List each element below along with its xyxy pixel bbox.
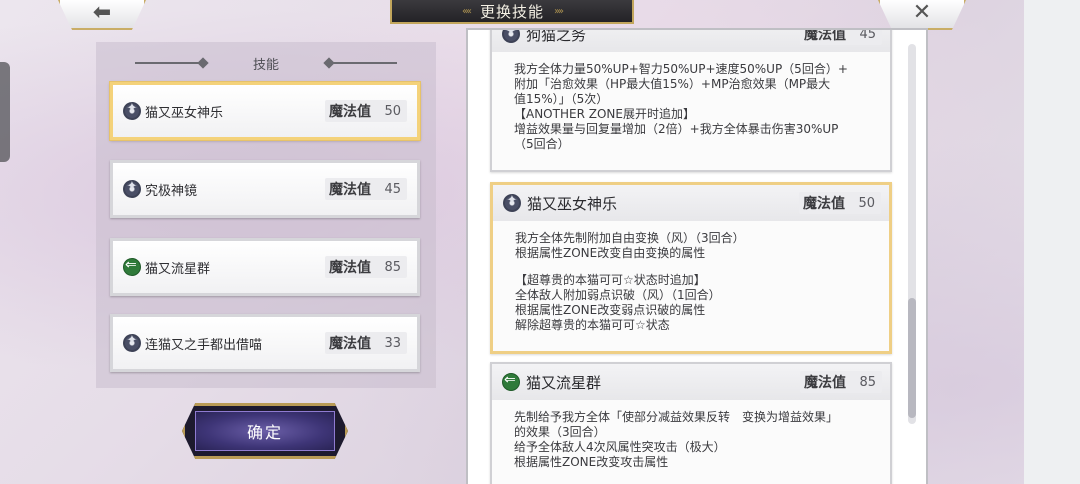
mp-cost-box: 魔法值 33 <box>325 332 407 354</box>
mp-cost-box: 魔法值 45 <box>325 178 407 200</box>
header-ornament-right <box>327 62 397 64</box>
skill-detail-name: 猫又流星群 <box>526 373 602 392</box>
skill-detail-name: 狗猫之务 <box>526 28 587 44</box>
right-edge-strip <box>1024 0 1080 484</box>
mp-cost-box: 魔法值 85 <box>800 371 882 393</box>
mp-label: 魔法值 <box>804 28 846 43</box>
shuriken-icon <box>123 101 141 120</box>
description-line: （5回合） <box>514 137 570 151</box>
skill-detail-description: 先制给予我方全体「使部分减益效果反转 变换为增益效果」 的效果（3回合） 给予全… <box>492 400 890 478</box>
description-line: 根据属性ZONE改变攻击属性 <box>514 455 669 469</box>
page-title: 更换技能 <box>479 2 544 21</box>
mp-cost-box: 魔法值 85 <box>325 256 407 278</box>
shuriken-icon <box>123 333 141 352</box>
header-ornament-left <box>134 62 205 64</box>
skill-list-header: 技能 <box>96 52 436 74</box>
detail-scrollbar[interactable] <box>908 44 916 424</box>
mp-cost-box: 魔法值 45 <box>800 28 882 45</box>
mp-value: 33 <box>384 335 401 351</box>
mp-value: 85 <box>859 374 876 390</box>
skill-detail-name: 猫又巫女神乐 <box>527 194 618 213</box>
confirm-button-label: 确定 <box>246 423 283 442</box>
shuriken-icon <box>123 179 141 198</box>
description-line: 【超尊贵的本猫可可☆状态时追加】 <box>515 273 706 287</box>
skill-name: 连猫又之手都出借喵 <box>145 337 263 353</box>
skill-detail-header: 猫又巫女神乐 魔法值 50 <box>493 185 889 221</box>
mp-value: 45 <box>384 181 401 197</box>
mp-label: 魔法值 <box>329 182 371 198</box>
mp-value: 85 <box>384 259 401 275</box>
confirm-button[interactable]: 确定 <box>182 403 348 459</box>
wind-arrow-icon <box>502 372 520 391</box>
skill-name: 究极神镜 <box>145 183 198 199</box>
description-line: 我方全体先制附加自由变换（风）（3回合） <box>515 231 745 245</box>
mp-value: 45 <box>859 28 876 42</box>
close-x-icon: ✕ <box>912 0 932 25</box>
skill-detail-list[interactable]: 狗猫之务 魔法值 45 我方全体力量50%UP+智力50%UP+速度50%UP（… <box>466 28 928 484</box>
close-button[interactable]: ✕ <box>878 0 966 30</box>
shuriken-icon <box>503 193 521 212</box>
description-line: 先制给予我方全体「使部分减益效果反转 变换为增益效果」 <box>514 410 839 424</box>
description-line: 值15%）」（5次） <box>514 92 609 106</box>
skill-list-header-label: 技能 <box>252 57 279 73</box>
description-line: 解除超尊贵的本猫可可☆状态 <box>515 318 670 332</box>
description-line: 【ANOTHER ZONE展开时追加】 <box>514 107 695 121</box>
skill-detail-header: 狗猫之务 魔法值 45 <box>492 28 890 52</box>
description-line <box>515 261 875 273</box>
mp-cost-box: 魔法值 50 <box>799 192 881 214</box>
mp-label: 魔法值 <box>329 336 371 352</box>
description-line: 根据属性ZONE改变弱点识破的属性 <box>515 303 706 317</box>
skill-item-nekomata-helping-paw[interactable]: 连猫又之手都出借喵 魔法值 33 <box>110 314 420 372</box>
description-line: 增益效果量与回复量增加（2倍）+我方全体暴击伤害30%UP <box>514 122 839 136</box>
skill-detail-header: 猫又流星群 魔法值 85 <box>492 364 890 400</box>
mp-value: 50 <box>858 195 875 211</box>
skill-item-ultimate-mirror[interactable]: 究极神镜 魔法值 45 <box>110 160 420 218</box>
mp-label: 魔法值 <box>329 104 371 120</box>
skill-name: 猫又流星群 <box>145 261 211 277</box>
side-drawer-handle[interactable] <box>0 62 10 162</box>
description-line: 我方全体力量50%UP+智力50%UP+速度50%UP（5回合）+ <box>514 62 848 76</box>
title-ornament-left: ‹‹‹‹ <box>461 5 472 17</box>
skill-detail-card-selected: 猫又巫女神乐 魔法值 50 我方全体先制附加自由变换（风）（3回合） 根据属性Z… <box>490 182 892 354</box>
mp-value: 50 <box>384 103 401 119</box>
back-arrow-icon: ⬅ <box>92 0 112 25</box>
description-line: 给予全体敌人4次风属性突攻击（极大） <box>514 440 726 454</box>
mp-label: 魔法值 <box>329 260 371 276</box>
shuriken-icon <box>502 30 520 43</box>
description-line: 根据属性ZONE改变自由变换的属性 <box>515 246 706 260</box>
confirm-button-face: 确定 <box>195 411 335 451</box>
description-line: 的效果（3回合） <box>514 425 606 439</box>
title-bar: ‹‹‹‹ 更换技能 ›››› <box>390 0 634 24</box>
skill-item-nekomata-miko-kagura[interactable]: 猫又巫女神乐 魔法值 50 <box>110 82 420 140</box>
skill-list-panel: 技能 猫又巫女神乐 魔法值 50 究极神镜 魔法值 45 猫又流星群 魔法值 8… <box>96 42 436 388</box>
mp-label: 魔法值 <box>803 196 845 212</box>
skill-detail-card: 狗猫之务 魔法值 45 我方全体力量50%UP+智力50%UP+速度50%UP（… <box>490 28 892 172</box>
back-button[interactable]: ⬅ <box>58 0 146 30</box>
mp-cost-box: 魔法值 50 <box>325 100 407 122</box>
mp-label: 魔法值 <box>804 375 846 391</box>
skill-name: 猫又巫女神乐 <box>145 105 224 121</box>
description-line: 全体敌人附加弱点识破（风）（1回合） <box>515 288 721 302</box>
skill-detail-description: 我方全体先制附加自由变换（风）（3回合） 根据属性ZONE改变自由变换的属性 【… <box>493 221 889 341</box>
description-line: 附加「治愈效果（HP最大值15%）+MP治愈效果（MP最大 <box>514 77 831 91</box>
detail-scrollbar-thumb[interactable] <box>908 298 916 418</box>
skill-detail-description: 我方全体力量50%UP+智力50%UP+速度50%UP（5回合）+ 附加「治愈效… <box>492 52 890 160</box>
title-ornament-right: ›››› <box>554 5 564 17</box>
skill-detail-card: 猫又流星群 魔法值 85 先制给予我方全体「使部分减益效果反转 变换为增益效果」… <box>490 362 892 484</box>
skill-item-nekomata-meteor[interactable]: 猫又流星群 魔法值 85 <box>110 238 420 296</box>
wind-arrow-icon <box>123 257 141 276</box>
